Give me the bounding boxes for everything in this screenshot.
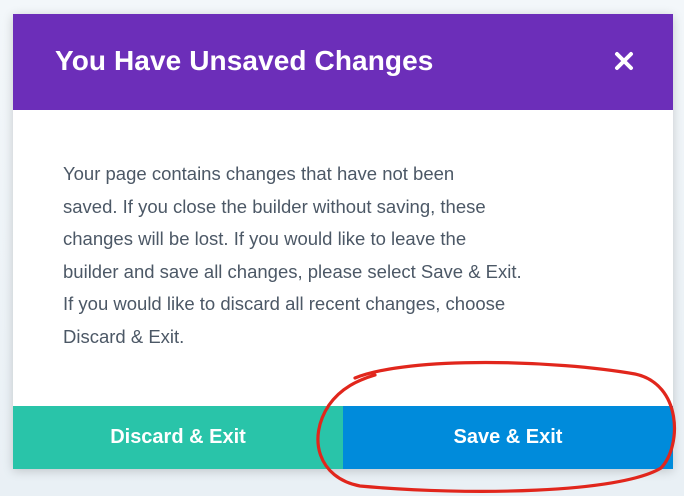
- modal-header: You Have Unsaved Changes: [13, 14, 673, 110]
- close-icon[interactable]: [607, 44, 641, 78]
- message-line-6: Discard & Exit.: [63, 325, 185, 347]
- modal-title: You Have Unsaved Changes: [55, 45, 434, 76]
- message-line-5: If you would like to discard all recent …: [63, 293, 506, 314]
- discard-exit-button[interactable]: Discard & Exit: [13, 406, 343, 469]
- save-exit-button[interactable]: Save & Exit: [343, 406, 673, 469]
- message-line-4: builder and save all changes, please sel…: [63, 260, 522, 282]
- unsaved-changes-modal: You Have Unsaved Changes Your page conta…: [13, 14, 673, 469]
- message-line-1: Your page contains changes that have not…: [63, 163, 455, 184]
- modal-message: Your page contains changes that have not…: [63, 158, 653, 353]
- message-line-2: saved. If you close the builder without …: [63, 195, 486, 217]
- message-line-3: changes will be lost. If you would like …: [63, 228, 467, 249]
- page-background: You Have Unsaved Changes Your page conta…: [0, 0, 684, 496]
